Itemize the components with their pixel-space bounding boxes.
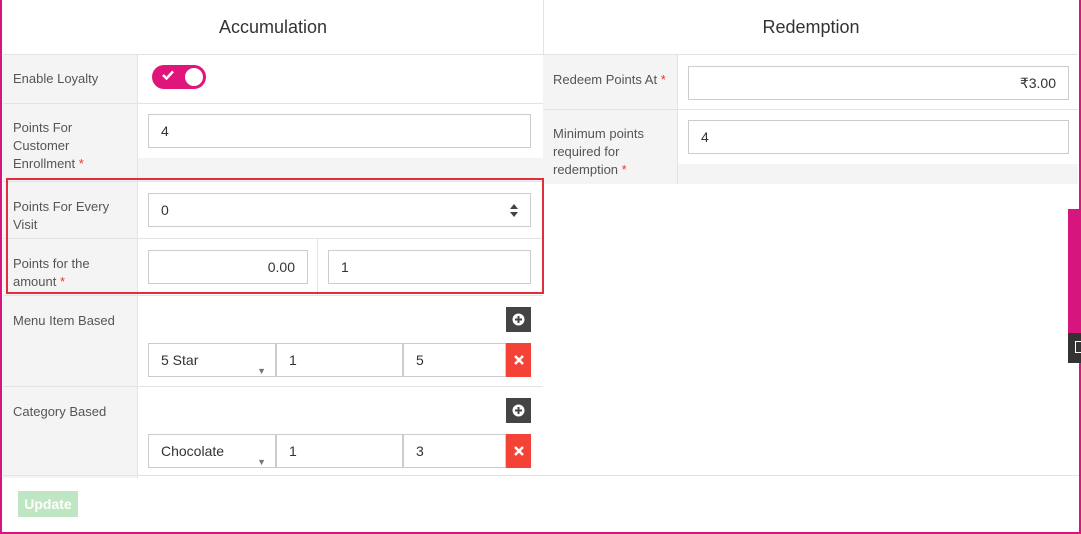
menu-item-row: Menu Item Based 5 Star ▼ 1 5 [3,296,543,387]
minimum-points-row: Minimum points required for redemption *… [543,110,1078,184]
redemption-header: Redemption [543,0,1078,55]
plus-circle-icon [512,313,525,326]
minimum-field-bg [678,164,1078,184]
redeem-at-row: Redeem Points At * ₹3.00 [543,55,1078,110]
chat-icon [1075,341,1081,353]
add-menu-item-button[interactable] [506,307,531,332]
category-value2-input[interactable]: 3 [403,434,506,468]
menu-item-select-value: 5 Star [161,352,199,368]
category-field: Chocolate ▼ 1 3 [138,387,543,478]
accumulation-header: Accumulation [3,0,543,55]
category-label: Category Based [3,387,138,478]
highlight-box [6,178,544,294]
menu-item-select[interactable]: 5 Star ▼ [148,343,276,377]
required-marker: * [78,156,84,171]
enrollment-label-line2: Customer [13,138,70,153]
category-select-value: Chocolate [161,443,225,459]
enrollment-field: 4 [138,104,543,158]
category-value1-input[interactable]: 1 [276,434,403,468]
menu-item-field: 5 Star ▼ 1 5 [138,296,543,386]
redeem-at-input[interactable]: ₹3.00 [688,66,1069,100]
category-select[interactable]: Chocolate ▼ [148,434,276,468]
minimum-label-text: redemption [553,162,619,177]
minimum-label-line2: required for [553,144,620,159]
enrollment-label-line3: Enrollment * [13,155,127,173]
update-button[interactable]: Update [18,491,78,517]
enable-loyalty-field [138,55,543,103]
remove-category-button[interactable] [506,434,531,468]
check-icon [162,70,174,81]
enrollment-label: Points For Customer Enrollment * [3,104,138,172]
enable-loyalty-toggle[interactable] [152,65,206,89]
close-icon [513,446,524,456]
menu-item-value1-input[interactable]: 1 [276,343,403,377]
plus-circle-icon [512,404,525,417]
menu-item-value2-input[interactable]: 5 [403,343,506,377]
redeem-at-field: ₹3.00 [678,55,1078,109]
required-marker: * [660,72,666,87]
redeem-at-label: Redeem Points At * [543,55,678,109]
close-icon [513,355,524,365]
minimum-points-label: Minimum points required for redemption * [543,110,678,184]
bottom-divider [3,475,1079,476]
side-feedback-tab[interactable] [1068,209,1081,333]
redeem-at-label-text: Redeem Points At [553,72,658,87]
enrollment-row: Points For Customer Enrollment * 4 [3,104,543,172]
required-marker: * [621,162,627,177]
chevron-down-icon: ▼ [257,366,266,376]
add-category-button[interactable] [506,398,531,423]
chevron-down-icon: ▼ [257,457,266,467]
minimum-points-input[interactable]: 4 [688,120,1069,154]
enrollment-label-line1: Points For [13,120,73,135]
menu-item-label: Menu Item Based [3,296,138,386]
enable-loyalty-label: Enable Loyalty [3,55,138,103]
category-row: Category Based Chocolate ▼ 1 3 [3,387,543,478]
minimum-points-field: 4 [678,110,1078,164]
toggle-knob [185,68,203,86]
enrollment-label-text: Enrollment [13,156,76,171]
enrollment-input[interactable]: 4 [148,114,531,148]
redemption-column: Redemption Redeem Points At * ₹3.00 Mini… [543,0,1078,184]
minimum-label-line1: Minimum points [553,126,645,141]
enable-loyalty-row: Enable Loyalty [3,55,543,104]
remove-menu-item-button[interactable] [506,343,531,377]
minimum-label-line3: redemption * [553,161,667,179]
side-chat-tab[interactable] [1068,333,1081,363]
